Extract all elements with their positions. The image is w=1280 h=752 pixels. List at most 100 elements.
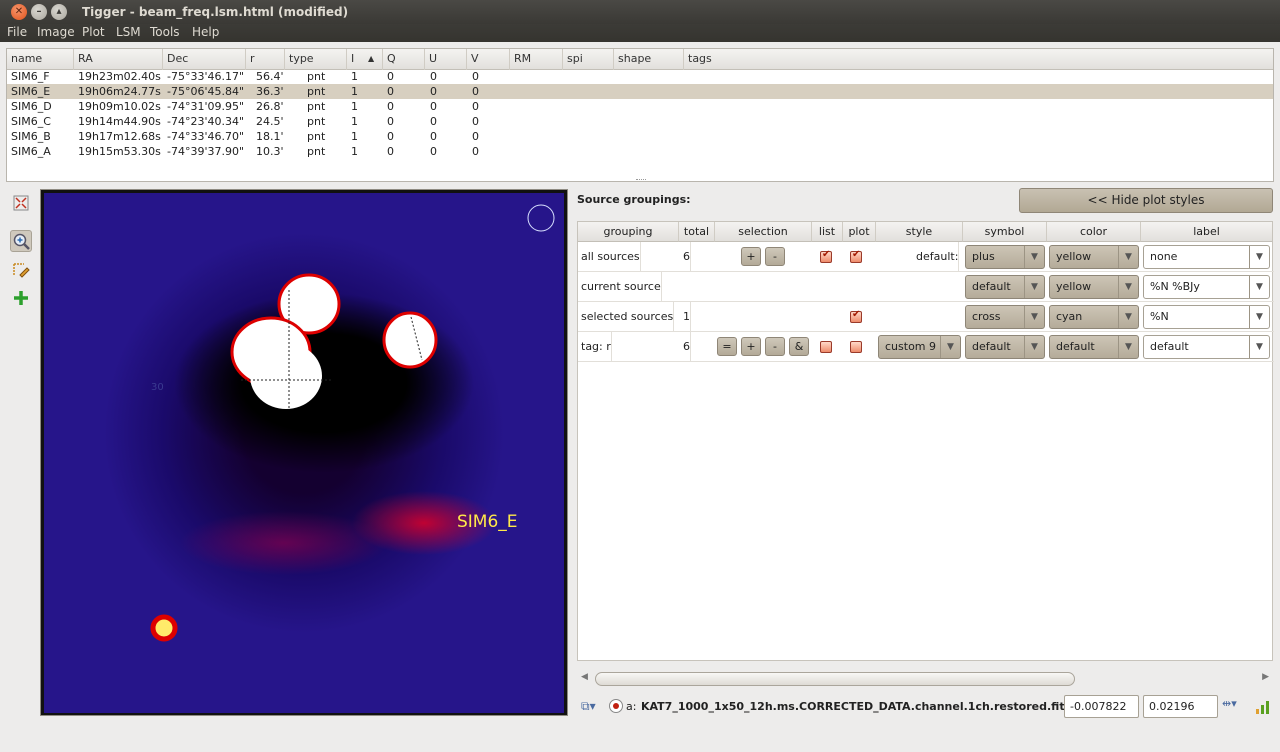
menu-file[interactable]: File: [7, 25, 27, 39]
grid-label: 30: [151, 382, 164, 393]
scroll-left-icon[interactable]: ◀: [581, 672, 588, 682]
label-select[interactable]: default ▼: [1143, 335, 1270, 359]
select-tool-icon[interactable]: [10, 259, 32, 281]
maximize-window-button[interactable]: ▴: [51, 4, 67, 20]
col-v[interactable]: V: [467, 49, 510, 70]
select-add-button[interactable]: +: [741, 247, 761, 266]
col-rm[interactable]: RM: [510, 49, 563, 70]
cell-type: pnt: [307, 115, 326, 128]
plot-checkbox[interactable]: [850, 309, 862, 323]
grouping-name: tag: r: [581, 332, 612, 362]
col-label: label: [1141, 222, 1272, 242]
style-select[interactable]: custom 9 ▼: [878, 335, 961, 359]
col-u[interactable]: U: [425, 49, 467, 70]
dropdown-arrow-icon: ▼: [1024, 246, 1044, 268]
menu-lsm[interactable]: LSM: [116, 25, 141, 39]
color-select[interactable]: default ▼: [1049, 335, 1139, 359]
cell-name: SIM6_A: [11, 145, 51, 158]
list-checkbox[interactable]: [820, 249, 832, 263]
cell-i: 1: [351, 115, 358, 128]
zoom-fit-icon[interactable]: [10, 192, 32, 214]
select-remove-button[interactable]: -: [765, 247, 785, 266]
table-row[interactable]: SIM6_A 19h15m53.30s -74°39'37.90" 10.3' pnt 1…: [7, 144, 1273, 159]
max-value-field[interactable]: 0.02196: [1143, 695, 1218, 718]
menu-tools[interactable]: Tools: [150, 25, 180, 39]
color-select[interactable]: yellow ▼: [1049, 245, 1139, 269]
radio-selected-icon[interactable]: [609, 699, 623, 713]
col-name[interactable]: name: [7, 49, 74, 70]
table-row[interactable]: SIM6_E 19h06m24.77s -75°06'45.84" 36.3' pnt 1…: [7, 84, 1273, 99]
col-dec[interactable]: Dec: [163, 49, 246, 70]
symbol-select[interactable]: plus ▼: [965, 245, 1045, 269]
groupings-panel: Source groupings: << Hide plot styles gr…: [574, 186, 1274, 719]
hide-plot-styles-button[interactable]: << Hide plot styles: [1019, 188, 1273, 213]
min-value-field[interactable]: -0.007822: [1064, 695, 1139, 718]
color-select[interactable]: yellow ▼: [1049, 275, 1139, 299]
table-row[interactable]: SIM6_F 19h23m02.40s -75°33'46.17" 56.4' pnt 1…: [7, 69, 1273, 84]
menu-help[interactable]: Help: [192, 25, 219, 39]
signal-bars-icon[interactable]: [1255, 699, 1271, 715]
plot-checkbox[interactable]: [850, 249, 862, 263]
grouping-name: all sources: [581, 242, 641, 272]
minimize-window-button[interactable]: –: [31, 4, 47, 20]
col-tags[interactable]: tags: [684, 49, 1274, 70]
select-remove-button[interactable]: -: [765, 337, 785, 356]
cell-u: 0: [430, 85, 437, 98]
beam-ellipse: [527, 204, 555, 232]
color-select[interactable]: cyan ▼: [1049, 305, 1139, 329]
scrollbar-thumb[interactable]: [595, 672, 1075, 686]
label-select[interactable]: %N ▼: [1143, 305, 1270, 329]
menu-image[interactable]: Image: [37, 25, 75, 39]
select-intersect-button[interactable]: &: [789, 337, 809, 356]
col-r[interactable]: r: [246, 49, 285, 70]
table-row[interactable]: SIM6_B 19h17m12.68s -74°33'46.70" 18.1' pnt 1…: [7, 129, 1273, 144]
cell-name: SIM6_F: [11, 70, 50, 83]
cell-dec: -74°23'40.34": [167, 115, 245, 128]
table-row[interactable]: SIM6_D 19h09m10.02s -74°31'09.95" 26.8' pnt 1…: [7, 99, 1273, 114]
symbol-select[interactable]: default ▼: [965, 335, 1045, 359]
col-shape[interactable]: shape: [614, 49, 684, 70]
close-window-button[interactable]: ✕: [11, 4, 27, 20]
groupings-table: grouping total selection list plot style…: [577, 221, 1274, 661]
cell-ra: 19h14m44.90s: [78, 115, 161, 128]
table-row[interactable]: SIM6_C 19h14m44.90s -74°23'40.34" 24.5' pnt 1…: [7, 114, 1273, 129]
source-blob-group: [150, 273, 438, 642]
cell-u: 0: [430, 130, 437, 143]
dropdown-arrow-icon: ▼: [1118, 246, 1138, 268]
range-menu-icon[interactable]: ⇹▾: [1222, 697, 1237, 710]
cell-ra: 19h06m24.77s: [78, 85, 161, 98]
label-select[interactable]: none ▼: [1143, 245, 1270, 269]
horizontal-scrollbar[interactable]: ◀ ▶: [577, 671, 1273, 687]
grouping-total: 1: [683, 302, 691, 332]
list-checkbox[interactable]: [820, 341, 832, 353]
cell-ra: 19h23m02.40s: [78, 70, 161, 83]
cell-r: 26.8': [256, 100, 284, 113]
col-ra[interactable]: RA: [74, 49, 163, 70]
cell-u: 0: [430, 145, 437, 158]
col-spi[interactable]: spi: [563, 49, 614, 70]
source-table[interactable]: name RA Dec r type I ▲ Q U V RM spi shap…: [6, 48, 1274, 182]
menu-plot[interactable]: Plot: [82, 25, 105, 39]
col-style: style: [876, 222, 963, 242]
select-add-button[interactable]: +: [741, 337, 761, 356]
cell-q: 0: [387, 70, 394, 83]
col-i[interactable]: I ▲: [347, 49, 383, 70]
scroll-right-icon[interactable]: ▶: [1262, 672, 1269, 682]
zoom-tool-icon[interactable]: [10, 230, 32, 252]
dropdown-arrow-icon: ▼: [1249, 306, 1269, 328]
cell-v: 0: [472, 85, 479, 98]
symbol-select[interactable]: cross ▼: [965, 305, 1045, 329]
col-type[interactable]: type: [285, 49, 347, 70]
col-q[interactable]: Q: [383, 49, 425, 70]
label-select[interactable]: %N %BJy ▼: [1143, 275, 1270, 299]
layers-menu-icon[interactable]: ⧉▾: [581, 699, 596, 714]
splitter-handle-icon[interactable]: [636, 179, 646, 182]
cell-dec: -74°31'09.95": [167, 100, 245, 113]
symbol-select[interactable]: default ▼: [965, 275, 1045, 299]
select-equal-button[interactable]: =: [717, 337, 737, 356]
add-marker-icon[interactable]: [10, 287, 32, 309]
plot-checkbox[interactable]: [850, 341, 862, 353]
cell-q: 0: [387, 100, 394, 113]
cell-dec: -75°06'45.84": [167, 85, 245, 98]
image-plot[interactable]: 30 SIM6_E: [40, 189, 568, 716]
